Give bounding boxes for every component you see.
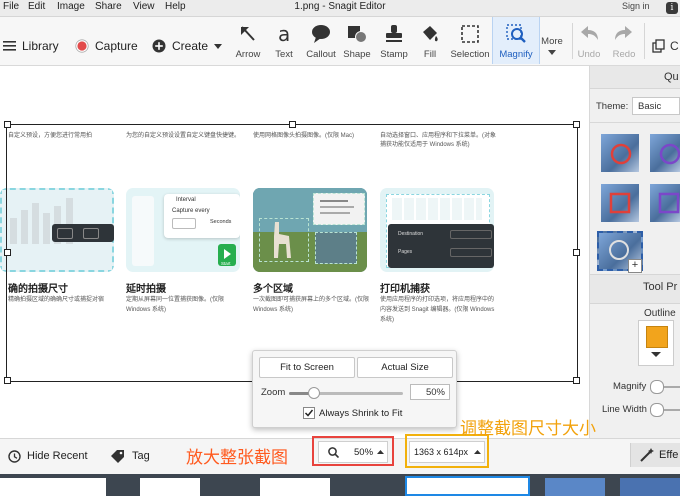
zoom-label: Zoom xyxy=(261,387,286,398)
line-width-label: Line Width xyxy=(602,404,647,415)
chevron-up-icon xyxy=(474,450,481,454)
resize-handle[interactable] xyxy=(4,377,11,384)
redo-icon xyxy=(615,26,632,40)
theme-label: Theme: xyxy=(596,101,629,112)
zoom-button-value: 50% xyxy=(354,447,374,458)
line-width-slider-thumb[interactable] xyxy=(650,403,664,417)
zoom-annotation: 放大整张截图 xyxy=(186,448,288,468)
tag-icon xyxy=(111,450,124,463)
outline-label: Outline xyxy=(644,308,676,319)
zoom-slider-track[interactable] xyxy=(289,387,403,399)
create-button[interactable]: Create xyxy=(148,17,226,65)
add-style-icon[interactable]: + xyxy=(628,259,642,273)
plus-circle-icon xyxy=(152,39,166,53)
zoom-popup: Fit to Screen Actual Size Zoom 50% Alway… xyxy=(252,350,457,428)
actual-size-button[interactable]: Actual Size xyxy=(357,357,453,378)
recent-thumbnail[interactable] xyxy=(545,478,605,496)
selection-rectangle[interactable] xyxy=(6,124,578,382)
resize-handle[interactable] xyxy=(4,121,11,128)
recent-thumbnail[interactable] xyxy=(140,478,200,496)
zoom-slider-thumb[interactable] xyxy=(308,387,321,399)
capture-record-icon xyxy=(75,39,89,53)
style-thumb[interactable] xyxy=(650,134,680,172)
resize-handle[interactable] xyxy=(289,121,296,128)
hamburger-icon xyxy=(3,41,16,51)
selection-icon xyxy=(461,25,479,43)
menu-bar: File Edit Image Share View Help 1.png - … xyxy=(0,0,680,17)
theme-value: Basic xyxy=(638,101,662,112)
create-label: Create xyxy=(172,39,209,53)
recent-captures-tray xyxy=(0,474,680,496)
undo-icon xyxy=(581,26,598,40)
bottom-bar: Hide Recent Tag 50% 1363 x 614px Effe xyxy=(0,434,680,475)
recent-thumbnail[interactable] xyxy=(0,478,106,496)
magnify-label: Magnify xyxy=(613,381,647,392)
copy-icon[interactable] xyxy=(652,39,666,53)
resize-handle[interactable] xyxy=(573,121,580,128)
redo-button[interactable]: Redo xyxy=(601,17,647,64)
library-button[interactable]: Library xyxy=(0,17,66,65)
tool-properties-header: Tool Pr xyxy=(643,281,678,293)
recent-thumbnail[interactable] xyxy=(260,478,330,496)
stamp-icon xyxy=(386,25,402,42)
outline-color-button[interactable] xyxy=(638,320,674,366)
recent-thumbnail[interactable] xyxy=(620,478,680,496)
style-thumb[interactable] xyxy=(650,184,680,222)
theme-select[interactable]: Basic xyxy=(632,97,680,115)
magic-wand-icon xyxy=(640,448,654,462)
text-icon: a xyxy=(278,24,290,44)
speech-bubble-icon xyxy=(312,25,330,43)
image-size-value: 1363 x 614px xyxy=(414,447,469,457)
window-title: 1.png - Snagit Editor xyxy=(294,1,386,12)
effects-button[interactable]: Effe xyxy=(630,443,680,467)
recent-thumbnail-selected[interactable] xyxy=(405,476,530,496)
fit-to-screen-button[interactable]: Fit to Screen xyxy=(259,357,355,378)
info-icon[interactable]: i xyxy=(666,2,678,14)
library-label: Library xyxy=(22,39,59,53)
resize-handle[interactable] xyxy=(573,249,580,256)
image-size-button[interactable]: 1363 x 614px xyxy=(409,441,485,463)
history-icon xyxy=(8,450,21,463)
resize-handle[interactable] xyxy=(4,249,11,256)
zoom-value-text: 50% xyxy=(425,387,445,398)
tag-button[interactable]: Tag xyxy=(108,439,158,475)
shape-icon xyxy=(348,26,367,43)
toolbar-divider xyxy=(644,23,645,59)
capture-label: Capture xyxy=(95,39,138,53)
svg-text:a: a xyxy=(278,24,290,44)
sign-in-link[interactable]: Sign in xyxy=(622,1,650,11)
magnify-slider-thumb[interactable] xyxy=(650,380,664,394)
outline-color-swatch xyxy=(646,326,668,348)
toolbar: Library Capture Create Arrow a Text Call… xyxy=(0,17,680,66)
effects-label: Effe xyxy=(659,449,679,461)
tag-label: Tag xyxy=(132,450,150,462)
style-thumb[interactable] xyxy=(601,184,639,222)
zoom-value-field[interactable]: 50% xyxy=(410,384,450,400)
copy-all-label: C xyxy=(670,39,679,53)
quick-styles-panel: Qu Theme: Basic + Tool Pr Outline Magnif… xyxy=(590,66,680,438)
always-shrink-label: Always Shrink to Fit xyxy=(319,408,403,419)
hide-recent-label: Hide Recent xyxy=(27,450,88,462)
zoom-button[interactable]: 50% xyxy=(318,441,388,463)
panel-header: Qu xyxy=(664,71,679,83)
chevron-down-icon xyxy=(651,352,661,357)
arrow-icon xyxy=(241,26,255,41)
search-icon xyxy=(328,447,339,458)
checkmark-icon xyxy=(304,409,314,417)
style-thumb[interactable] xyxy=(601,134,639,172)
paint-bucket-icon xyxy=(423,26,438,42)
chevron-down-icon xyxy=(548,50,556,55)
capture-button[interactable]: Capture xyxy=(70,17,142,65)
hide-recent-button[interactable]: Hide Recent xyxy=(0,439,96,475)
always-shrink-checkbox[interactable] xyxy=(303,407,315,419)
resize-handle[interactable] xyxy=(573,377,580,384)
resize-annotation: 调整截图尺寸大小 xyxy=(460,419,596,439)
chevron-up-icon xyxy=(377,450,384,454)
